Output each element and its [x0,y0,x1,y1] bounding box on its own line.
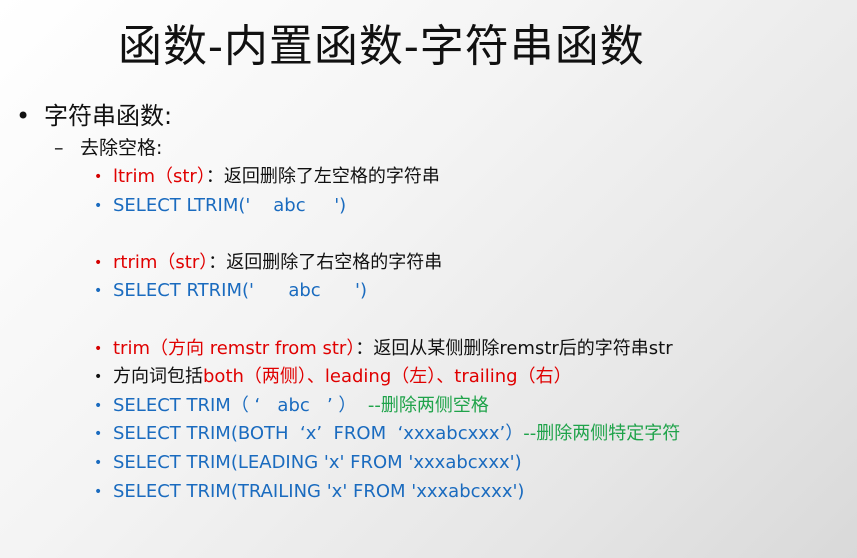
item-text: ：返回删除了右空格的字符串 [208,251,443,273]
list-item: • SELECT TRIM(LEADING 'x' FROM 'xxxabcxxx… [94,449,680,478]
list-item: • SELECT TRIM（ ‘ abc ’ ） --删除两侧空格 [94,392,680,421]
list-item: • trim（方向 remstr from str）：返回从某侧删除remstr后… [94,335,680,364]
item-text: both（两侧）、leading（左）、trailing（右） [203,366,572,388]
bullet-icon: • [94,369,103,386]
bullet-icon: • [94,397,103,414]
item-text: trim（方向 remstr from str） [113,337,356,359]
list-item: • rtrim（str）：返回删除了右空格的字符串 [94,249,680,278]
bullet-icon: • [94,197,103,214]
slide: 函数-内置函数-字符串函数 • 字符串函数: – 去除空格: • ltrim（str）… [0,0,857,558]
bullet-list: • ltrim（str）：返回删除了左空格的字符串 • SELECT LTRIM('… [94,163,680,506]
level2-text: 去除空格: [80,137,163,159]
bullet-icon: • [94,169,103,185]
bullet-icon: • [94,340,103,357]
item-text: ：返回删除了左空格的字符串 [205,166,440,187]
item-text: SELECT TRIM(BOTH ‘x’ FROM ‘xxxabcxxx’） [113,423,524,445]
item-text: ：返回从某侧删除remstr后的字符串str [355,337,673,359]
item-text: SELECT TRIM(LEADING 'x' FROM 'xxxabcxxx'… [113,451,522,473]
item-text: rtrim（str） [113,251,209,273]
bullet-icon: • [94,454,103,471]
item-text: SELECT LTRIM(' abc ') [113,194,347,216]
bullet-icon: • [94,254,103,271]
item-text: SELECT RTRIM(' abc ') [113,280,367,302]
item-comment: --删除两侧特定字符 [523,423,681,445]
slide-title: 函数-内置函数-字符串函数 [118,21,645,72]
item-text: SELECT TRIM(TRAILING 'x' FROM 'xxxabcxxx… [113,480,525,502]
list-item: • SELECT TRIM(TRAILING 'x' FROM 'xxxabcxx… [94,478,680,507]
list-item: • 方向词包括both（两侧）、leading（左）、trailing（右） [94,363,680,392]
bullet-icon: • [94,283,103,300]
bullet-icon: • [94,426,103,443]
item-comment: --删除两侧空格 [356,394,489,416]
spacer [94,220,680,249]
spacer [94,306,680,335]
list-item: • SELECT TRIM(BOTH ‘x’ FROM ‘xxxabcxxx’）-… [94,420,680,449]
list-item: • ltrim（str）：返回删除了左空格的字符串 [94,163,680,192]
level1-text: 字符串函数: [44,102,173,130]
item-text: 方向词包括 [113,366,203,388]
bullet-icon: • [94,483,103,500]
dash-icon: – [54,137,64,159]
level1-heading: • 字符串函数: [16,96,172,131]
item-text: ltrim（str） [113,166,206,187]
list-item: • SELECT RTRIM(' abc ') [94,277,680,306]
list-item: • SELECT LTRIM(' abc ') [94,192,680,221]
bullet-icon: • [16,102,31,130]
level2-heading: – 去除空格: [54,133,162,160]
item-text: SELECT TRIM（ ‘ abc ’ ） [113,394,357,416]
